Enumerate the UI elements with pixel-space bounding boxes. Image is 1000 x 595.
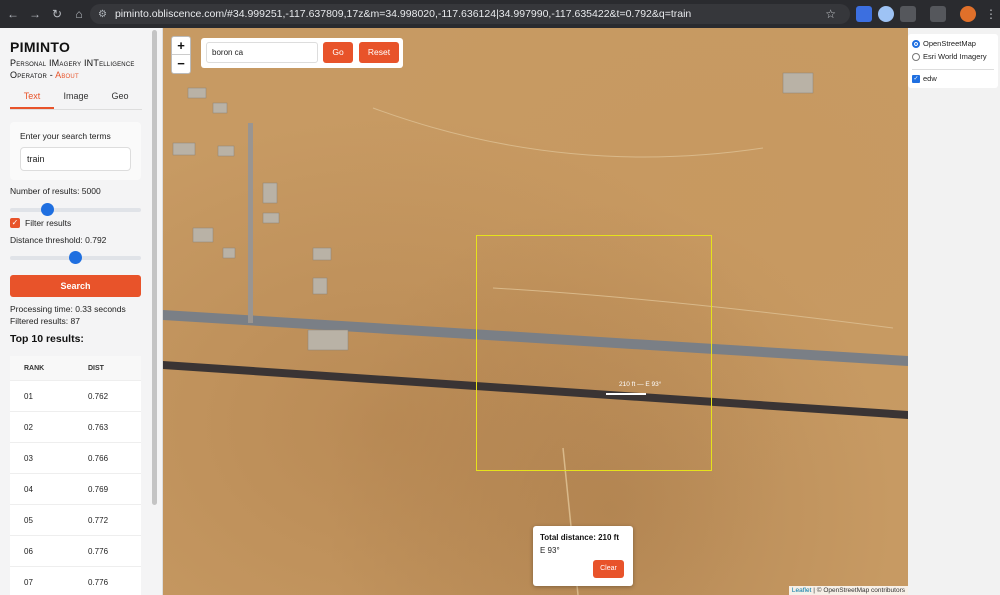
- zoom-control: + −: [171, 36, 191, 74]
- rank-cell: 07: [24, 577, 33, 587]
- dist-cell: 0.776: [88, 577, 109, 587]
- measure-label: 210 ft — E 93°: [619, 381, 662, 388]
- layer-label: Esri World Imagery: [923, 52, 987, 61]
- url-text: piminto.obliscence.com/#34.999251,-117.6…: [114, 8, 692, 20]
- search-input[interactable]: train: [20, 147, 131, 171]
- search-label: Enter your search terms: [20, 131, 111, 141]
- num-results-slider-handle[interactable]: [40, 203, 54, 216]
- rank-column-header: RANK: [24, 364, 45, 372]
- distance-threshold-slider[interactable]: [10, 251, 141, 264]
- reload-icon[interactable]: ↻: [48, 5, 66, 23]
- filter-results-label: Filter results: [25, 218, 72, 228]
- measure-line[interactable]: [606, 393, 646, 395]
- app-title: PIMINTO: [10, 39, 71, 55]
- layer-label: edw: [923, 74, 937, 83]
- num-results-label: Number of results: 5000: [10, 186, 101, 196]
- layer-control: OpenStreetMap Esri World Imagery ✓ edw: [908, 34, 998, 88]
- attribution-text: | © OpenStreetMap contributors: [813, 587, 905, 594]
- distance-popup: Total distance: 210 ft E 93° Clear: [533, 526, 633, 586]
- table-row[interactable]: 06 0.776: [10, 535, 141, 566]
- dist-cell: 0.762: [88, 391, 109, 401]
- table-row[interactable]: 02 0.763: [10, 411, 141, 442]
- selection-bounding-box: [476, 235, 712, 471]
- forward-icon[interactable]: →: [26, 5, 44, 23]
- geo-search-box: boron ca Go Reset: [201, 38, 403, 68]
- go-button[interactable]: Go: [323, 42, 353, 63]
- page-margin: [908, 28, 1000, 595]
- map-attribution: Leaflet | © OpenStreetMap contributors: [788, 586, 908, 595]
- profile-avatar-icon[interactable]: [960, 6, 976, 22]
- radio-selected-icon[interactable]: [912, 39, 920, 48]
- top-results-heading: Top 10 results:: [10, 333, 84, 345]
- leaflet-link[interactable]: Leaflet: [792, 587, 812, 594]
- map-view[interactable]: + − boron ca Go Reset 210 ft — E 93° Tot…: [163, 28, 908, 595]
- search-card: Enter your search terms train: [10, 122, 141, 180]
- site-settings-icon[interactable]: ⚙: [98, 9, 107, 20]
- rank-cell: 01: [24, 391, 33, 401]
- table-body: 01 0.762 02 0.763 03 0.766 04 0.769 05 0.772 06 0.7…: [10, 380, 141, 595]
- dist-cell: 0.766: [88, 453, 109, 463]
- rank-cell: 02: [24, 422, 33, 432]
- results-table: RANK DIST 01 0.762 02 0.763 03 0.766 04 0.769 05…: [10, 356, 141, 595]
- table-header: RANK DIST: [10, 356, 141, 380]
- distance-threshold-slider-handle[interactable]: [69, 251, 82, 264]
- dist-cell: 0.776: [88, 546, 109, 556]
- menu-kebab-icon[interactable]: ⋮: [982, 5, 1000, 23]
- rank-cell: 03: [24, 453, 33, 463]
- tab-image[interactable]: Image: [54, 88, 98, 109]
- table-row[interactable]: 04 0.769: [10, 473, 141, 504]
- processing-time: Processing time: 0.33 seconds: [10, 304, 126, 314]
- table-row[interactable]: 07 0.776: [10, 566, 141, 595]
- filter-results-checkbox[interactable]: ✓: [10, 218, 20, 228]
- reset-button[interactable]: Reset: [359, 42, 399, 63]
- side-panel-icon[interactable]: [930, 6, 946, 22]
- rank-cell: 06: [24, 546, 33, 556]
- distance-threshold-label: Distance threshold: 0.792: [10, 235, 107, 245]
- rank-cell: 05: [24, 515, 33, 525]
- zoom-in-button[interactable]: +: [172, 37, 190, 55]
- num-results-slider[interactable]: [10, 203, 141, 216]
- tab-geo[interactable]: Geo: [98, 88, 142, 109]
- table-row[interactable]: 05 0.772: [10, 504, 141, 535]
- search-mode-tabs: Text Image Geo: [10, 88, 142, 110]
- tab-text[interactable]: Text: [10, 88, 54, 109]
- sidebar: PIMINTO Personal IMagery INTelligence Op…: [0, 28, 163, 595]
- sidebar-scrollbar[interactable]: [152, 30, 157, 505]
- filtered-results-count: Filtered results: 87: [10, 316, 80, 326]
- about-link[interactable]: About: [55, 70, 79, 80]
- radio-icon[interactable]: [912, 52, 920, 61]
- layer-openstreetmap[interactable]: OpenStreetMap: [912, 39, 976, 48]
- extension-icon[interactable]: [856, 6, 872, 22]
- back-icon[interactable]: ←: [4, 5, 22, 23]
- total-distance: Total distance: 210 ft: [540, 533, 619, 542]
- dist-column-header: DIST: [88, 364, 104, 372]
- app-subtitle: Personal IMagery INTelligence Operator -…: [10, 57, 150, 81]
- dist-cell: 0.763: [88, 422, 109, 432]
- dist-cell: 0.772: [88, 515, 109, 525]
- extensions-puzzle-icon[interactable]: [900, 6, 916, 22]
- page: PIMINTO Personal IMagery INTelligence Op…: [0, 28, 1000, 595]
- bookmark-star-icon[interactable]: ☆: [825, 7, 836, 21]
- home-icon[interactable]: ⌂: [70, 5, 88, 23]
- clear-button[interactable]: Clear: [593, 560, 624, 578]
- side-road: [248, 123, 253, 323]
- divider: [912, 69, 994, 70]
- zoom-out-button[interactable]: −: [172, 55, 190, 73]
- location-search-input[interactable]: boron ca: [206, 42, 318, 63]
- dist-cell: 0.769: [88, 484, 109, 494]
- search-button[interactable]: Search: [10, 275, 141, 297]
- browser-toolbar: ← → ↻ ⌂ ⚙ piminto.obliscence.com/#34.999…: [0, 0, 1000, 28]
- rank-cell: 04: [24, 484, 33, 494]
- checkbox-checked-icon[interactable]: ✓: [912, 74, 920, 83]
- address-bar[interactable]: ⚙ piminto.obliscence.com/#34.999251,-117…: [90, 4, 850, 24]
- layer-edw[interactable]: ✓ edw: [912, 74, 937, 83]
- layer-label: OpenStreetMap: [923, 39, 976, 48]
- table-row[interactable]: 03 0.766: [10, 442, 141, 473]
- layer-esri-imagery[interactable]: Esri World Imagery: [912, 52, 987, 61]
- bearing: E 93°: [540, 546, 560, 555]
- extension-icon[interactable]: [878, 6, 894, 22]
- table-row[interactable]: 01 0.762: [10, 380, 141, 411]
